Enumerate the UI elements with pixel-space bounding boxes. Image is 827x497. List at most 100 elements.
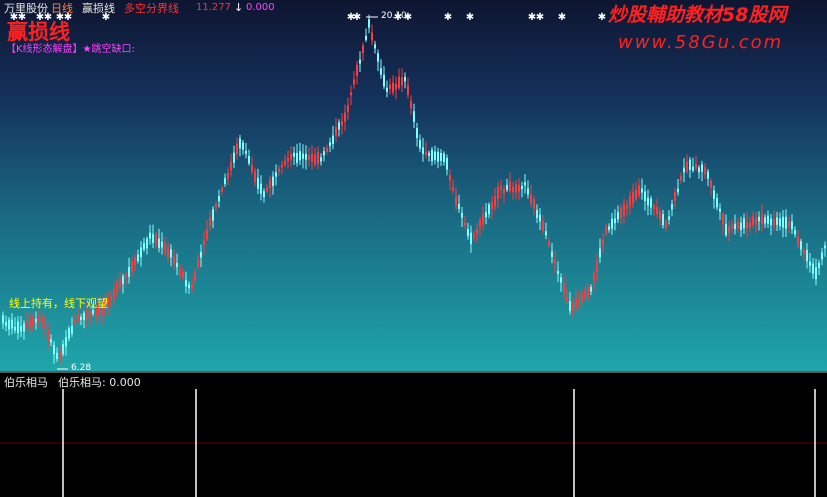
candle-body [500, 186, 502, 190]
watermark-line2: www.58Gu.com [618, 32, 784, 53]
candle-body [44, 324, 46, 329]
candle-body [554, 259, 556, 264]
candle-body [542, 220, 544, 231]
candle-body [524, 182, 526, 186]
candle-body [263, 191, 265, 198]
signal-marker: ✱ [444, 12, 452, 23]
candle-body [572, 302, 574, 313]
candle-body [434, 151, 436, 161]
candle-body [599, 248, 601, 258]
candle-body [254, 171, 256, 182]
candle-body [494, 195, 496, 207]
candle-body [491, 202, 493, 210]
candle-body [20, 325, 22, 332]
candle-body [686, 162, 688, 172]
candle-body [5, 322, 7, 326]
candle-body [755, 218, 757, 225]
candle-body [182, 271, 184, 279]
candle-body [11, 319, 13, 329]
candle-body [59, 351, 61, 359]
candle-body [308, 154, 310, 160]
candle-body [56, 352, 58, 360]
candle-body [419, 140, 421, 149]
candle-body [497, 187, 499, 200]
price-chart: ✱ ✱ ✱ ✱ ✱ ✱ ✱ ✱✱ ✱ ✱ ✱ ✱ ✱ ✱ ✱ ✱ [0, 12, 827, 373]
candle-body [701, 164, 703, 172]
candle-body [629, 196, 631, 208]
candle-body [617, 212, 619, 220]
candle-body [257, 177, 259, 189]
candle-body [692, 166, 694, 171]
candle-body [71, 325, 73, 334]
line-label: 多空分界线 [124, 2, 179, 15]
candle-body [62, 343, 64, 355]
candle-body [656, 207, 658, 214]
candle-body [374, 44, 376, 49]
period-label[interactable]: 日线 [51, 3, 73, 14]
candle-body [128, 267, 130, 277]
candle-body [317, 151, 319, 164]
candle-body [812, 263, 814, 274]
candle-body [299, 151, 301, 161]
watermark-line1: 炒股輔助教材58股网 [608, 4, 787, 26]
candle-body [662, 213, 664, 226]
candle-body [338, 122, 340, 130]
signal-marker: ✱ [598, 12, 606, 23]
candle-body [161, 241, 163, 248]
candle-body [218, 195, 220, 202]
candle-body [377, 53, 379, 62]
candle-body [773, 218, 775, 227]
candle-body [446, 157, 448, 170]
candle-body [653, 205, 655, 210]
candle-body [158, 238, 160, 249]
candle-body [644, 191, 646, 202]
candle-body [335, 127, 337, 136]
candle-body [140, 247, 142, 258]
candle-body [356, 64, 358, 76]
sub-panel-value: 伯乐相马: 0.000 [58, 376, 141, 389]
low-label: 6.28 [71, 363, 92, 373]
candle-body [806, 250, 808, 262]
candle-body [53, 344, 55, 355]
trade-note: 线上持有，线下观望 [9, 297, 108, 310]
candle-body [155, 234, 157, 245]
candle-body [818, 262, 820, 268]
candle-body [65, 337, 67, 347]
candle-body [545, 231, 547, 236]
candle-body [605, 226, 607, 234]
candle-body [587, 286, 589, 299]
candle-body [485, 212, 487, 218]
candle-body [386, 87, 388, 92]
candle-body [380, 68, 382, 75]
candle-body [23, 323, 25, 332]
candle-body [260, 183, 262, 194]
candle-body [722, 214, 724, 225]
candle-body [131, 261, 133, 273]
candle-body [86, 310, 88, 320]
candle-body [14, 327, 16, 331]
candle-body [719, 208, 721, 212]
candle-body [614, 218, 616, 224]
candle-body [251, 164, 253, 172]
down-arrow-icon: ↓ [234, 1, 244, 14]
candle-body [38, 315, 40, 322]
candle-body [761, 213, 763, 225]
candle-body [278, 168, 280, 172]
candle-body [593, 274, 595, 282]
candle-body [623, 204, 625, 216]
chart-window: ✱ ✱ ✱ ✱ ✱ ✱ ✱ ✱ ✱ ✱ ✱ ✱ ✱ ✱ ✱ ✱ ✱ 万里股份 日线 赢损线 多空分界线 11.2… [0, 0, 827, 497]
candle-body [458, 203, 460, 209]
candle-body [221, 188, 223, 192]
candle-body [248, 156, 250, 164]
candle-body [734, 223, 736, 230]
candle-body [173, 256, 175, 265]
candle-body [212, 209, 214, 221]
candle-body [440, 152, 442, 161]
candle-body [710, 180, 712, 188]
candle-body [800, 241, 802, 250]
candle-body [191, 283, 193, 290]
candle-body [584, 291, 586, 297]
stock-name: 万里股份 [4, 2, 48, 15]
candle-body [821, 252, 823, 260]
candle-body [227, 173, 229, 179]
